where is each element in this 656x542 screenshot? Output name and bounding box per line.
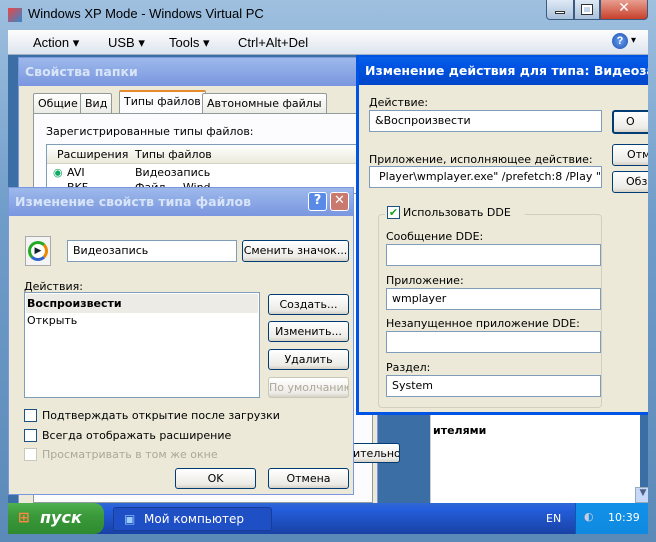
my-computer-icon: ▣	[124, 512, 136, 526]
menu-action[interactable]: Action ▾	[33, 35, 79, 51]
system-tray: ◐ 10:39	[575, 503, 648, 534]
scroll-down-button[interactable]: ▼	[635, 487, 648, 503]
windows-logo-icon: ⊞	[18, 510, 30, 526]
advanced-button[interactable]: ительно	[352, 443, 400, 463]
tab-view[interactable]: Вид	[80, 93, 113, 113]
application-input[interactable]: Player\wmplayer.exe" /prefetch:8 /Play "…	[369, 166, 602, 188]
use-dde-label[interactable]: Использовать DDE	[403, 206, 511, 219]
vpc-app-icon	[8, 8, 22, 22]
dde-application-label: Приложение:	[386, 274, 464, 287]
dde-group-header: ✔ Использовать DDE	[385, 205, 525, 221]
vm-screen: Свойства папки Общие Вид Типы файлов Авт…	[8, 55, 648, 534]
cell-ext: AVI	[67, 166, 85, 179]
action-label: Действие:	[369, 96, 429, 109]
dde-app-not-running-label: Незапущенное приложение DDE:	[386, 317, 580, 330]
video-file-icon: ◉	[53, 166, 63, 179]
language-indicator[interactable]: EN	[546, 512, 561, 525]
minimize-button[interactable]	[546, 0, 574, 20]
ok-button[interactable]: OK	[175, 468, 256, 489]
help-icon[interactable]: ?	[612, 33, 628, 49]
menu-ctrl-alt-del[interactable]: Ctrl+Alt+Del	[238, 35, 308, 50]
edit-file-type-dialog: Изменение свойств типа файлов ? ✕ ▶ Виде…	[8, 187, 354, 495]
details-heading: ителями	[433, 424, 487, 437]
window-title: Windows XP Mode - Windows Virtual PC	[28, 6, 264, 21]
change-icon-button[interactable]: Сменить значок...	[242, 240, 349, 262]
confirm-open-label[interactable]: Подтверждать открытие после загрузки	[42, 409, 280, 422]
maximize-button[interactable]	[574, 0, 600, 20]
dde-message-input[interactable]	[386, 244, 601, 266]
host-window: Windows XP Mode - Windows Virtual PC ✕ A…	[0, 0, 656, 542]
action-input[interactable]: &Воспроизвести	[369, 110, 602, 132]
new-action-button[interactable]: Создать...	[268, 294, 349, 315]
dde-message-label: Сообщение DDE:	[386, 230, 484, 243]
file-type-name-input[interactable]: Видеозапись	[67, 240, 237, 262]
registered-types-label: Зарегистрированные типы файлов:	[46, 125, 254, 138]
always-show-ext-label[interactable]: Всегда отображать расширение	[42, 429, 231, 442]
dde-application-input[interactable]: wmplayer	[386, 288, 601, 310]
cancel-button[interactable]: Отмена	[268, 468, 349, 489]
edit-action-dialog: Изменение действия для типа: Видеозапись…	[356, 55, 648, 415]
set-default-button[interactable]: По умолчанию	[268, 377, 349, 398]
browse-button[interactable]: Обз	[612, 171, 648, 193]
list-item[interactable]: Воспроизвести	[26, 294, 258, 313]
topic-label: Раздел:	[386, 361, 431, 374]
menu-tools[interactable]: Tools ▾	[169, 35, 210, 51]
cancel-button[interactable]: Отм	[612, 144, 648, 166]
start-button[interactable]: ⊞ пуск	[8, 503, 104, 534]
help-button[interactable]: ?	[308, 192, 327, 211]
application-label: Приложение, исполняющее действие:	[369, 153, 593, 166]
always-show-ext-checkbox[interactable]	[24, 429, 37, 442]
topic-input[interactable]: System	[386, 375, 601, 397]
remove-action-button[interactable]: Удалить	[268, 349, 349, 370]
browse-same-window-checkbox[interactable]	[24, 448, 37, 461]
dde-app-not-running-input[interactable]	[386, 331, 601, 353]
tab-offline-files[interactable]: Автономные файлы	[202, 93, 327, 113]
confirm-open-checkbox[interactable]	[24, 409, 37, 422]
ok-button[interactable]: O	[612, 110, 648, 134]
menu-bar: Action ▾ USB ▾ Tools ▾ Ctrl+Alt+Del ? ▾	[8, 30, 648, 55]
list-item[interactable]: Открыть	[25, 314, 259, 327]
clock[interactable]: 10:39	[608, 511, 640, 524]
tab-file-types[interactable]: Типы файлов	[119, 90, 206, 113]
menu-usb[interactable]: USB ▾	[108, 35, 145, 51]
taskbar-item-my-computer[interactable]: ▣ Мой компьютер	[113, 507, 272, 531]
title-bar: Изменение свойств типа файлов	[9, 188, 353, 216]
column-extensions[interactable]: Расширения	[57, 148, 128, 161]
browse-same-window-label: Просматривать в том же окне	[42, 448, 218, 461]
close-button[interactable]: ✕	[600, 0, 648, 20]
help-dropdown-icon[interactable]: ▾	[631, 35, 636, 46]
edit-action-button[interactable]: Изменить...	[268, 321, 349, 342]
volume-icon[interactable]: ◐	[584, 510, 594, 523]
media-player-icon: ▶	[25, 236, 51, 266]
use-dde-checkbox[interactable]: ✔	[387, 206, 400, 219]
column-file-types[interactable]: Типы файлов	[135, 148, 212, 161]
details-panel: ителями ▼	[430, 415, 648, 505]
title-bar: Свойства папки	[19, 58, 377, 86]
taskbar: ⊞ пуск ▣ Мой компьютер EN ◐ 10:39	[8, 503, 648, 534]
tab-general[interactable]: Общие	[33, 93, 83, 113]
close-button[interactable]: ✕	[330, 192, 349, 211]
table-row[interactable]: ◉ AVI Видеозапись	[47, 164, 375, 180]
title-bar: Изменение действия для типа: Видеозапись	[359, 57, 648, 85]
actions-list[interactable]: Воспроизвести Открыть	[24, 292, 260, 398]
cell-type: Видеозапись	[135, 166, 211, 179]
